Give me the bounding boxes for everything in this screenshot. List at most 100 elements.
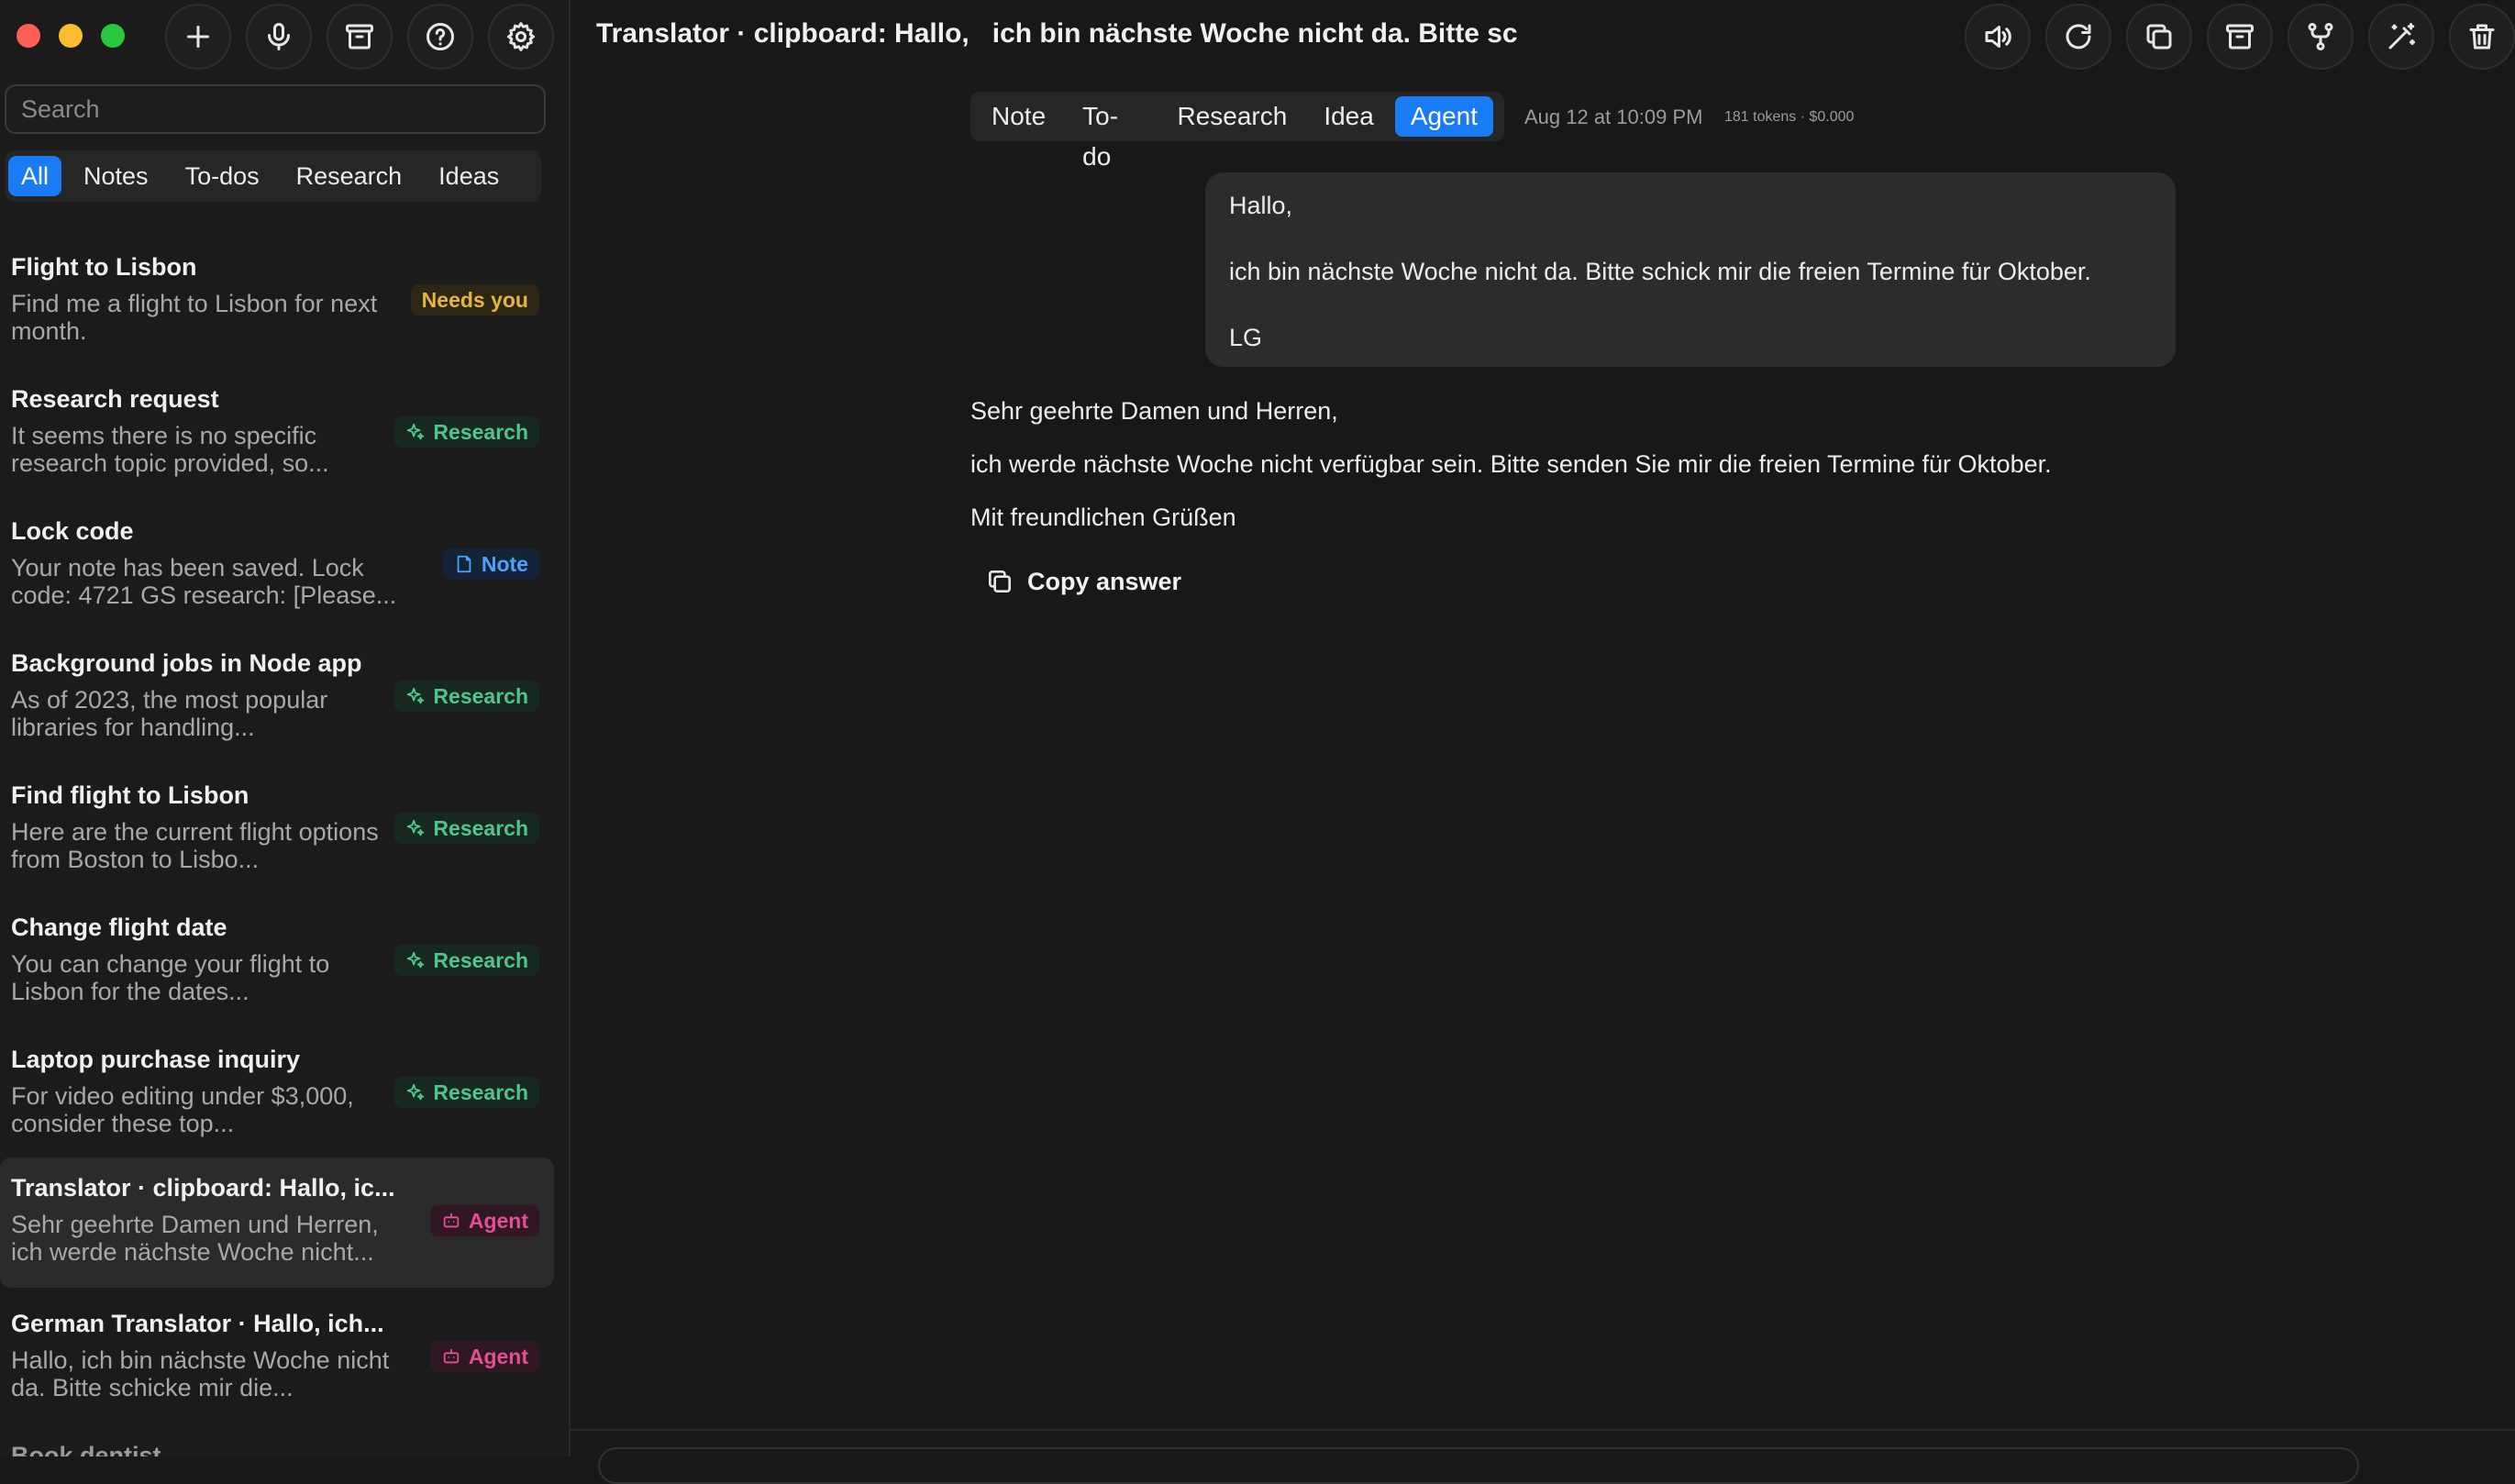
filter-notes[interactable]: Notes <box>69 156 163 196</box>
window-zoom-button[interactable] <box>101 24 125 48</box>
gear-icon <box>507 22 535 51</box>
list-item[interactable]: Flight to Lisbon Find me a flight to Lis… <box>0 242 554 372</box>
item-title: Book dentist <box>11 1442 161 1456</box>
user-message: Hallo, ich bin nächste Woche nicht da. B… <box>1205 172 2176 367</box>
list-item[interactable]: Background jobs in Node app As of 2023, … <box>0 638 554 769</box>
new-item-button[interactable] <box>165 4 231 70</box>
note-badge: Note <box>442 548 539 580</box>
research-badge: Research <box>394 813 539 844</box>
fork-icon <box>2308 23 2333 50</box>
delete-button[interactable] <box>2449 4 2515 70</box>
research-badge: Research <box>394 416 539 448</box>
list-item[interactable]: Lock code Your note has been saved. Lock… <box>0 506 554 637</box>
item-title: Background jobs in Node app <box>11 649 362 677</box>
item-title: German Translator · Hallo, ich... <box>11 1310 384 1337</box>
speaker-icon <box>1985 26 2011 48</box>
divider <box>571 1429 2515 1431</box>
research-badge: Research <box>394 681 539 712</box>
microphone-icon <box>268 23 290 50</box>
archive-button[interactable] <box>2207 4 2273 70</box>
archive-icon <box>2226 24 2254 50</box>
robot-icon <box>443 1213 460 1228</box>
badge-label: Agent <box>468 1345 528 1368</box>
item-snippet: For video editing under $3,000, consider… <box>11 1082 354 1137</box>
badge-label: Needs you <box>421 288 528 312</box>
needs-you-badge: Needs you <box>410 284 539 316</box>
badge-label: Research <box>433 420 528 444</box>
sparkle-icon <box>407 951 425 969</box>
refresh-icon <box>2066 24 2091 50</box>
robot-icon <box>443 1348 460 1364</box>
item-snippet: It seems there is no specific research t… <box>11 422 329 477</box>
answer-body: ich werde nächste Woche nicht verfügbar … <box>970 450 2052 478</box>
tab-note[interactable]: Note <box>976 96 1061 137</box>
list-item[interactable]: Find flight to Lisbon Here are the curre… <box>0 770 554 901</box>
detail-pane: Translator · clipboard: Hallo, ich bin n… <box>571 0 2515 1484</box>
item-snippet: Hallo, ich bin nächste Woche nicht da. B… <box>11 1346 390 1401</box>
page-title: Translator · clipboard: Hallo, ich bin n… <box>596 18 1518 49</box>
search-input[interactable] <box>5 84 546 134</box>
item-title: Lock code <box>11 517 134 545</box>
answer-greeting: Sehr geehrte Damen und Herren, <box>970 397 1338 425</box>
duplicate-button[interactable] <box>2126 4 2192 70</box>
list-item[interactable]: Change flight date You can change your f… <box>0 903 554 1033</box>
item-snippet: You can change your flight to Lisbon for… <box>11 950 330 1005</box>
list-item-selected[interactable]: Translator · clipboard: Hallo, ic... Seh… <box>0 1157 554 1288</box>
list-item[interactable]: Laptop purchase inquiry For video editin… <box>0 1035 554 1165</box>
sparkle-icon <box>407 819 425 836</box>
item-snippet: Find me a flight to Lisbon for next mont… <box>11 290 378 345</box>
magic-button[interactable] <box>2368 4 2434 70</box>
archive-icon <box>346 24 373 50</box>
window-minimize-button[interactable] <box>59 24 83 48</box>
help-button[interactable] <box>407 4 473 70</box>
agent-answer: Sehr geehrte Damen und Herren, ich werde… <box>970 396 2052 556</box>
item-snippet: Here are the current flight options from… <box>11 818 379 873</box>
item-title: Laptop purchase inquiry <box>11 1046 301 1073</box>
window-close-button[interactable] <box>17 24 40 48</box>
filter-todos[interactable]: To-dos <box>171 156 274 196</box>
badge-label: Research <box>433 816 528 840</box>
agent-badge: Agent <box>429 1205 539 1236</box>
item-snippet: Sehr geehrte Damen und Herren, ich werde… <box>11 1211 379 1266</box>
item-title: Translator · clipboard: Hallo, ic... <box>11 1174 395 1202</box>
tab-research[interactable]: Research <box>1161 96 1302 137</box>
copy-icon <box>989 570 1011 592</box>
message-body: ich bin nächste Woche nicht da. Bitte sc… <box>1229 258 2091 285</box>
fork-button[interactable] <box>2288 4 2354 70</box>
filter-research[interactable]: Research <box>282 156 417 196</box>
tab-idea[interactable]: Idea <box>1308 96 1390 137</box>
archive-view-button[interactable] <box>327 4 393 70</box>
copy-answer-button[interactable]: Copy answer <box>985 561 1181 602</box>
tab-agent[interactable]: Agent <box>1394 96 1493 137</box>
research-badge: Research <box>394 1077 539 1108</box>
item-title: Change flight date <box>11 914 227 941</box>
read-aloud-button[interactable] <box>1965 4 2031 70</box>
filter-tabs: All Notes To-dos Research Ideas <box>5 150 541 202</box>
composer-input[interactable] <box>598 1447 2359 1484</box>
token-count: 181 tokens · $0.000 <box>1724 109 1855 125</box>
magic-wand-icon <box>2388 23 2415 50</box>
filter-all[interactable]: All <box>8 156 62 196</box>
list-item[interactable]: Book dentist <box>0 1431 554 1456</box>
item-title: Flight to Lisbon <box>11 253 197 281</box>
agent-badge: Agent <box>429 1341 539 1372</box>
filter-ideas[interactable]: Ideas <box>424 156 514 196</box>
tab-todo[interactable]: To-do <box>1067 96 1156 171</box>
regenerate-button[interactable] <box>2045 4 2111 70</box>
item-title: Research request <box>11 385 219 413</box>
list-item[interactable]: German Translator · Hallo, ich... Hallo,… <box>0 1299 554 1429</box>
item-snippet: Your note has been saved. Lock code: 472… <box>11 554 397 609</box>
plus-icon <box>187 26 209 48</box>
settings-button[interactable] <box>488 4 554 70</box>
note-icon <box>457 555 471 573</box>
badge-label: Research <box>433 684 528 708</box>
dictate-button[interactable] <box>246 4 312 70</box>
copy-icon <box>2146 24 2172 50</box>
help-icon <box>427 23 454 50</box>
message-greeting: Hallo, <box>1229 192 1293 219</box>
copy-answer-label: Copy answer <box>1027 567 1182 595</box>
item-snippet: As of 2023, the most popular libraries f… <box>11 686 328 741</box>
list-item[interactable]: Research request It seems there is no sp… <box>0 374 554 504</box>
sparkle-icon <box>407 687 425 704</box>
trash-icon <box>2469 24 2495 50</box>
